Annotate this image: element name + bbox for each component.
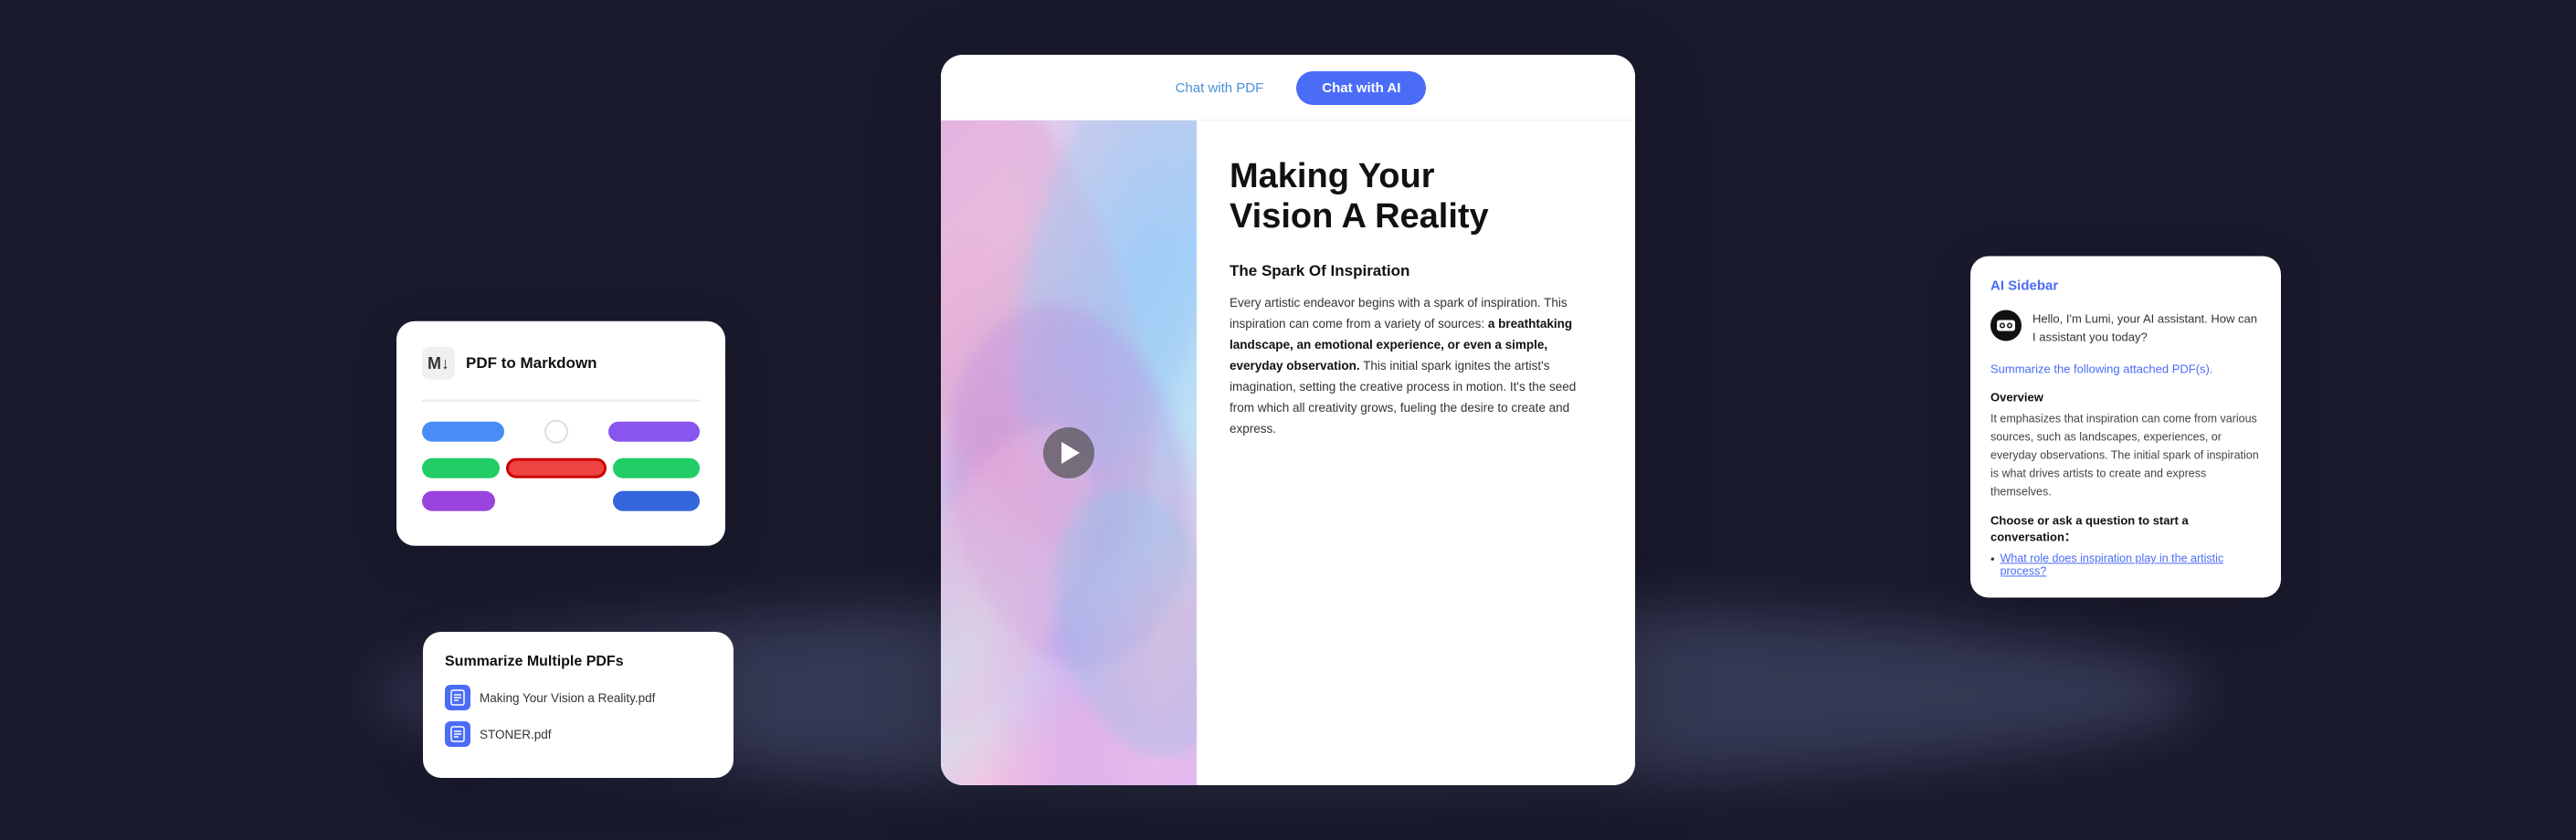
pdf-text-panel: Making YourVision A Reality The Spark Of… — [1197, 121, 1635, 785]
pdf-file-item-1: Making Your Vision a Reality.pdf — [445, 685, 712, 710]
node-pill-green-r — [613, 458, 700, 478]
bullet: • — [1990, 551, 1995, 565]
markdown-header: M↓ PDF to Markdown — [422, 347, 700, 380]
node-pill-purple — [608, 422, 700, 442]
ai-greeting-row: Hello, I'm Lumi, your AI assistant. How … — [1990, 310, 2261, 345]
ai-suggestion-link[interactable]: What role does inspiration play in the a… — [2001, 551, 2261, 577]
ai-avatar-icon — [1996, 319, 2016, 331]
ai-avatar — [1990, 310, 2022, 341]
node-row-1 — [422, 418, 700, 446]
ai-user-prompt: Summarize the following attached PDF(s). — [1990, 362, 2261, 375]
connector-svg — [529, 418, 584, 446]
pdf-file-name-2: STONER.pdf — [480, 728, 552, 741]
pdf-file-name-1: Making Your Vision a Reality.pdf — [480, 691, 655, 705]
ai-overview-text: It emphasizes that inspiration can come … — [1990, 409, 2261, 500]
ai-overview-section: Overview It emphasizes that inspiration … — [1990, 390, 2261, 500]
pdf-file-icon-svg — [450, 689, 465, 706]
pdf-icon-1 — [445, 685, 470, 710]
node-row-2 — [422, 458, 700, 478]
divider — [422, 400, 700, 402]
node-row-3 — [422, 491, 700, 511]
markdown-title: PDF to Markdown — [466, 354, 597, 373]
node-pill-purple-sm — [422, 491, 495, 511]
ai-greeting-text: Hello, I'm Lumi, your AI assistant. How … — [2032, 310, 2261, 345]
node-diagram — [422, 418, 700, 511]
play-icon — [1061, 442, 1080, 464]
node-pill-blue — [422, 422, 504, 442]
pdf-file-item-2: STONER.pdf — [445, 721, 712, 747]
ai-sidebar-card: AI Sidebar Hello, I'm Lumi, your AI assi… — [1970, 256, 2281, 597]
ai-overview-label: Overview — [1990, 390, 2261, 404]
tab-chat-pdf[interactable]: Chat with PDF — [1150, 71, 1290, 105]
main-pdf-card: Chat with PDF Chat with AI — [941, 55, 1635, 785]
node-pill-blue-dark — [613, 491, 700, 511]
ai-sidebar-header: AI Sidebar — [1990, 278, 2261, 293]
node-pill-green-l — [422, 458, 500, 478]
summarize-card: Summarize Multiple PDFs Making Your Visi… — [423, 632, 734, 778]
play-button[interactable] — [1043, 427, 1094, 478]
pdf-body: Every artistic endeavor begins with a sp… — [1230, 293, 1602, 440]
card-content: Making YourVision A Reality The Spark Of… — [941, 121, 1635, 785]
markdown-card: M↓ PDF to Markdown — [396, 321, 725, 546]
scene: Chat with PDF Chat with AI — [0, 0, 2576, 840]
pdf-section-title: The Spark Of Inspiration — [1230, 262, 1602, 280]
pdf-file-icon-svg-2 — [450, 726, 465, 742]
node-pill-red — [506, 458, 607, 478]
pdf-icon-2 — [445, 721, 470, 747]
tab-bar: Chat with PDF Chat with AI — [941, 55, 1635, 121]
pdf-title: Making YourVision A Reality — [1230, 157, 1602, 236]
summarize-title: Summarize Multiple PDFs — [445, 654, 712, 670]
markdown-icon: M↓ — [422, 347, 455, 380]
ai-suggestion-row: • What role does inspiration play in the… — [1990, 551, 2261, 577]
tab-chat-ai[interactable]: Chat with AI — [1296, 71, 1426, 105]
pdf-image-panel — [941, 121, 1197, 785]
ai-cta-label: Choose or ask a question to start a conv… — [1990, 513, 2261, 544]
